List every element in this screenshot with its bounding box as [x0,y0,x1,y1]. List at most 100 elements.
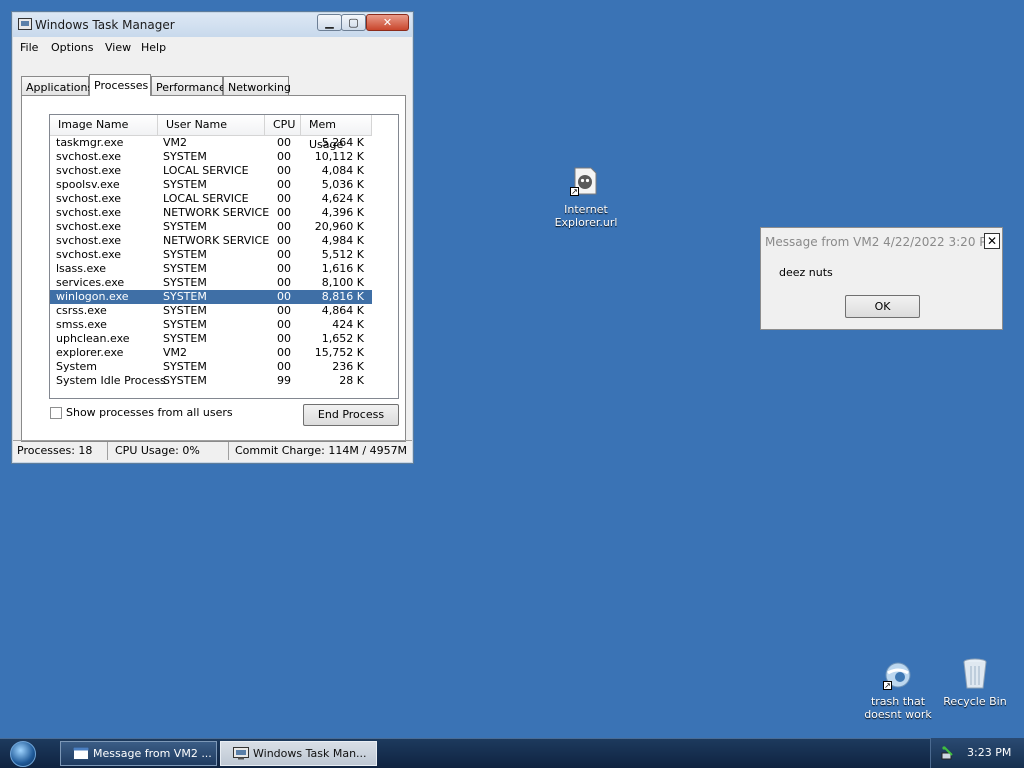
process-user: SYSTEM [163,248,207,261]
desktop-icon-internet-explorer[interactable]: ↗ Internet Explorer.url [553,165,619,229]
process-cpu: 00 [277,248,291,261]
process-mem: 4,396 K [321,206,364,219]
menu-view[interactable]: View [105,41,131,54]
process-name: taskmgr.exe [56,136,124,149]
recycle-bin-icon [963,658,987,689]
process-name: svchost.exe [56,234,122,247]
process-row[interactable]: lsass.exe SYSTEM 00 1,616 K [50,262,372,276]
show-all-users-checkbox[interactable] [50,407,62,419]
menu-help[interactable]: Help [141,41,166,54]
message-dialog: Message from VM2 4/22/2022 3:20 PM ✕ dee… [760,227,1003,330]
tab-networking[interactable]: Networking [223,76,291,95]
process-row[interactable]: svchost.exe SYSTEM 00 10,112 K [50,150,372,164]
tab-performance[interactable]: Performance [151,76,226,95]
icon-label-line2: doesnt work [864,708,932,721]
taskbar-button-task-manager[interactable]: Windows Task Man... [220,741,377,766]
process-row[interactable]: svchost.exe NETWORK SERVICE 00 4,396 K [50,206,372,220]
process-user: SYSTEM [163,220,207,233]
process-mem: 4,864 K [321,304,364,317]
process-name: System [56,360,98,373]
process-mem: 20,960 K [314,220,364,233]
process-cpu: 00 [277,276,291,289]
process-cpu: 00 [277,220,291,233]
process-cpu: 00 [277,318,291,331]
process-row[interactable]: svchost.exe LOCAL SERVICE 00 4,624 K [50,192,372,206]
column-user-name[interactable]: User Name [158,115,265,135]
process-user: SYSTEM [163,332,207,345]
process-name: csrss.exe [56,304,107,317]
process-mem: 8,100 K [321,276,364,289]
icon-label-line2: Explorer.url [554,216,618,229]
taskbar-button-label: Message from VM2 ... [93,747,212,760]
process-list[interactable]: Image Name User Name CPU Mem Usage taskm… [49,114,399,399]
process-row[interactable]: csrss.exe SYSTEM 00 4,864 K [50,304,372,318]
window-title: Windows Task Manager [35,18,175,32]
process-mem: 5,512 K [321,248,364,261]
process-name: uphclean.exe [56,332,130,345]
process-row[interactable]: svchost.exe NETWORK SERVICE 00 4,984 K [50,234,372,248]
process-user: SYSTEM [163,290,207,303]
process-cpu: 00 [277,192,291,205]
process-row[interactable]: spoolsv.exe SYSTEM 00 5,036 K [50,178,372,192]
shortcut-arrow-icon: ↗ [570,187,579,196]
start-button[interactable] [10,741,36,767]
menu-options[interactable]: Options [51,41,93,54]
desktop-icon-recycle-bin[interactable]: Recycle Bin [942,657,1008,709]
column-mem-usage[interactable]: Mem Usage [301,115,372,151]
process-cpu: 00 [277,346,291,359]
process-name: System Idle Process [56,374,166,387]
process-row[interactable]: System Idle Process SYSTEM 99 28 K [50,374,372,388]
column-cpu[interactable]: CPU [265,115,301,135]
desktop-icon-trash-that-doesnt-work[interactable]: ↗ trash that doesnt work [862,659,934,721]
process-mem: 424 K [332,318,364,331]
dialog-title: Message from VM2 4/22/2022 3:20 PM [765,235,997,249]
process-user: SYSTEM [163,374,207,387]
process-mem: 5,036 K [321,178,364,191]
taskbar-clock[interactable]: 3:23 PM [967,746,1011,759]
process-user: SYSTEM [163,276,207,289]
process-cpu: 00 [277,262,291,275]
process-user: LOCAL SERVICE [163,164,249,177]
process-user: SYSTEM [163,178,207,191]
process-name: svchost.exe [56,192,122,205]
dialog-close-button[interactable]: ✕ [984,233,1000,249]
maximize-button[interactable]: ▢ [341,14,366,31]
process-row[interactable]: winlogon.exe SYSTEM 00 8,816 K [50,290,372,304]
process-row[interactable]: System SYSTEM 00 236 K [50,360,372,374]
network-tray-icon[interactable] [940,745,956,761]
tab-applications[interactable]: Applications [21,76,93,95]
process-name: explorer.exe [56,346,124,359]
process-cpu: 00 [277,178,291,191]
ok-button[interactable]: OK [845,295,920,318]
process-user: VM2 [163,136,188,149]
tab-processes[interactable]: Processes [89,74,151,96]
end-process-button[interactable]: End Process [303,404,399,426]
process-cpu: 00 [277,206,291,219]
taskbar-button-message[interactable]: Message from VM2 ... [60,741,217,766]
process-row[interactable]: uphclean.exe SYSTEM 00 1,652 K [50,332,372,346]
process-row[interactable]: taskmgr.exe VM2 00 5,264 K [50,136,372,150]
process-name: winlogon.exe [56,290,129,303]
process-row[interactable]: smss.exe SYSTEM 00 424 K [50,318,372,332]
close-button[interactable]: ✕ [366,14,409,31]
minimize-button[interactable]: ▁ [317,14,342,31]
process-name: services.exe [56,276,125,289]
process-cpu: 00 [277,360,291,373]
menu-file[interactable]: File [20,41,38,54]
process-row[interactable]: svchost.exe LOCAL SERVICE 00 4,084 K [50,164,372,178]
process-mem: 15,752 K [314,346,364,359]
process-row[interactable]: services.exe SYSTEM 00 8,100 K [50,276,372,290]
title-bar[interactable]: Windows Task Manager ▁ ▢ ✕ [13,13,412,37]
process-row[interactable]: explorer.exe VM2 00 15,752 K [50,346,372,360]
status-bar: Processes: 18 CPU Usage: 0% Commit Charg… [13,440,412,462]
process-row[interactable]: svchost.exe SYSTEM 00 5,512 K [50,248,372,262]
task-manager-icon [18,18,32,30]
process-mem: 4,084 K [321,164,364,177]
status-divider [107,442,108,460]
process-cpu: 99 [277,374,291,387]
icon-label-line1: trash that [870,695,926,708]
column-image-name[interactable]: Image Name [50,115,158,135]
process-name: smss.exe [56,318,107,331]
process-mem: 236 K [332,360,364,373]
process-row[interactable]: svchost.exe SYSTEM 00 20,960 K [50,220,372,234]
